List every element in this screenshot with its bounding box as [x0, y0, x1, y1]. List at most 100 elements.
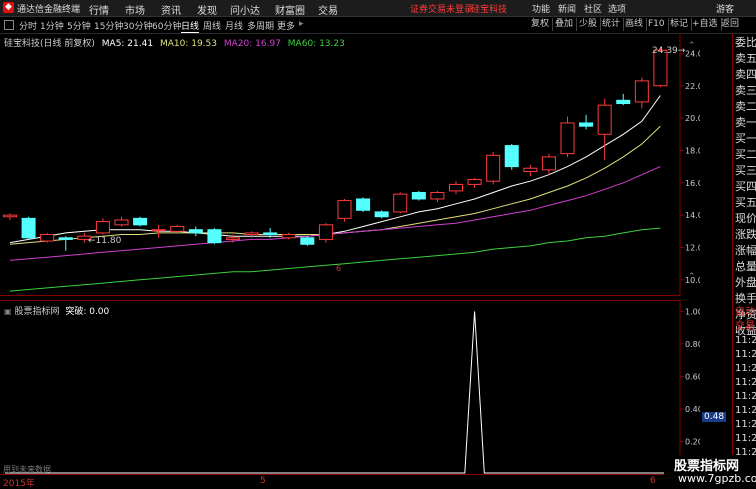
- indicator-tick-label: 0.80: [685, 340, 700, 349]
- candle[interactable]: [318, 223, 333, 243]
- adjust-button[interactable]: 复权: [528, 18, 554, 31]
- candle[interactable]: [21, 216, 36, 240]
- fewer-stocks-button[interactable]: 少股: [576, 18, 602, 31]
- quote-panel-label: 卖四: [735, 68, 756, 81]
- y-tick-label: 22.00: [685, 82, 700, 91]
- tab-15min[interactable]: 15分钟: [94, 19, 123, 32]
- candle[interactable]: [467, 177, 482, 188]
- candle[interactable]: [300, 236, 315, 246]
- candle[interactable]: [448, 181, 464, 195]
- ma-line-ma5: [9, 95, 661, 244]
- indicator-chart[interactable]: 0.20 0.40 0.60 0.80 1.00: [0, 300, 700, 474]
- more-arrow-icon[interactable]: ▸: [299, 19, 304, 29]
- quote-panel-label: 卖一: [735, 116, 756, 129]
- quote-panel-label: 买三: [735, 164, 756, 177]
- panel-toggle-icon[interactable]: [4, 20, 14, 30]
- candle[interactable]: [579, 114, 594, 130]
- quote-panel-label: 卖二: [735, 100, 756, 113]
- add-watchlist-button[interactable]: +自选: [689, 18, 722, 31]
- menu-quotes[interactable]: 行情: [89, 2, 109, 17]
- current-stock-name: 硅宝科技: [471, 5, 508, 15]
- menu-ask[interactable]: 问小达: [230, 2, 260, 17]
- tab-5min[interactable]: 5分钟: [67, 19, 91, 32]
- menu-market[interactable]: 市场: [125, 2, 145, 17]
- tab-intraday[interactable]: 分时: [19, 19, 37, 32]
- main-legend: 硅宝科技(日线 前复权) MA5: 21.41 MA10: 19.53 MA20…: [4, 36, 345, 49]
- quote-panel-label: 涨跌: [735, 228, 756, 241]
- candle[interactable]: [486, 152, 501, 185]
- candle[interactable]: [504, 143, 519, 170]
- candle[interactable]: [188, 226, 203, 237]
- trade-login-notice[interactable]: 证券交易未登录: [410, 2, 473, 15]
- collapse-chart-icon[interactable]: ⌃: [688, 41, 696, 51]
- candle[interactable]: [133, 216, 148, 227]
- chart-title: 硅宝科技(日线 前复权): [4, 39, 95, 49]
- indicator-legend: ▣ 股票指标网 突破: 0.00: [4, 304, 109, 317]
- candle[interactable]: [244, 231, 259, 238]
- candle[interactable]: [170, 224, 185, 233]
- app-title: 通达信金融终端: [17, 5, 81, 15]
- candle[interactable]: [616, 93, 631, 106]
- tick-time-label: 11:2: [735, 419, 756, 430]
- tab-weekly[interactable]: 周线: [203, 19, 221, 32]
- indicator-value: 突破: 0.00: [65, 307, 110, 317]
- back-button[interactable]: 返回: [718, 18, 742, 31]
- candle[interactable]: [411, 190, 426, 201]
- menu-community[interactable]: 社区: [584, 2, 602, 15]
- tab-multi-period[interactable]: 多周期: [247, 19, 274, 32]
- candle[interactable]: [337, 198, 352, 222]
- menu-trade[interactable]: 交易: [318, 2, 338, 17]
- quote-panel: 委比 卖五 卖四 卖三 卖二 卖一 买一 买二 买三 买四 买五 现价 涨跌 涨幅 总量 外盘 换手 净资 收益 自动…: [732, 34, 756, 487]
- quote-panel-label: 买二: [735, 148, 756, 161]
- candle[interactable]: [560, 116, 575, 157]
- menu-news[interactable]: 资讯: [161, 2, 181, 17]
- menu-function[interactable]: 功能: [532, 2, 550, 15]
- draw-button[interactable]: 画线: [622, 18, 648, 31]
- tab-daily[interactable]: 日线: [181, 19, 200, 33]
- candle[interactable]: [430, 190, 445, 203]
- tick-time-label: 11:2: [735, 363, 756, 374]
- indicator-tick-label: 1.00: [685, 307, 700, 316]
- candle[interactable]: [95, 218, 110, 235]
- quote-panel-label: 涨幅: [735, 244, 756, 257]
- f10-button[interactable]: F10: [645, 18, 669, 31]
- quote-panel-label: 总量: [735, 260, 756, 273]
- candle[interactable]: [523, 165, 538, 177]
- expand-chart-icon[interactable]: ⌃: [688, 272, 696, 282]
- candle[interactable]: [58, 236, 73, 251]
- candle[interactable]: [2, 213, 18, 220]
- candle[interactable]: [40, 232, 55, 243]
- menu-discover[interactable]: 发现: [197, 2, 217, 17]
- quote-panel-label: 卖五: [735, 52, 756, 65]
- ma20-legend: MA20: 16.97: [223, 39, 281, 49]
- candle[interactable]: [374, 210, 389, 219]
- quote-panel-label: 换手: [735, 292, 756, 305]
- candle[interactable]: [541, 153, 556, 175]
- candle[interactable]: [634, 77, 649, 109]
- candle[interactable]: [393, 192, 408, 214]
- x-label-year: 2015年: [3, 479, 35, 489]
- x-axis: [0, 474, 700, 488]
- user-label[interactable]: 游客: [716, 2, 734, 15]
- quote-panel-label: 卖三: [735, 84, 756, 97]
- candle[interactable]: [114, 216, 129, 227]
- stats-button[interactable]: 统计: [599, 18, 625, 31]
- candle[interactable]: [207, 228, 222, 245]
- quote-panel-label: 现价: [735, 212, 756, 225]
- menu-headlines[interactable]: 新闻: [558, 2, 576, 15]
- menu-options[interactable]: 选项: [608, 2, 626, 15]
- menu-wealth[interactable]: 财富圈: [275, 2, 305, 17]
- tab-1min[interactable]: 1分钟: [40, 19, 64, 32]
- tab-30min[interactable]: 30分钟: [123, 19, 152, 32]
- candle[interactable]: [597, 98, 612, 161]
- overlay-button[interactable]: 叠加: [552, 18, 578, 31]
- tab-monthly[interactable]: 月线: [225, 19, 243, 32]
- watermark: 股票指标网 www.7gpzb.com: [664, 455, 756, 487]
- quote-panel-label: 买一: [735, 132, 756, 145]
- quote-panel-label: 买四: [735, 180, 756, 193]
- candlestick-chart[interactable]: 10.0012.0014.0016.0018.0020.0022.0024.00: [0, 34, 700, 296]
- tab-60min[interactable]: 60分钟: [152, 19, 181, 32]
- tab-more[interactable]: 更多: [277, 19, 295, 32]
- candle[interactable]: [356, 197, 371, 212]
- indicator-box-icon[interactable]: ▣: [4, 307, 12, 316]
